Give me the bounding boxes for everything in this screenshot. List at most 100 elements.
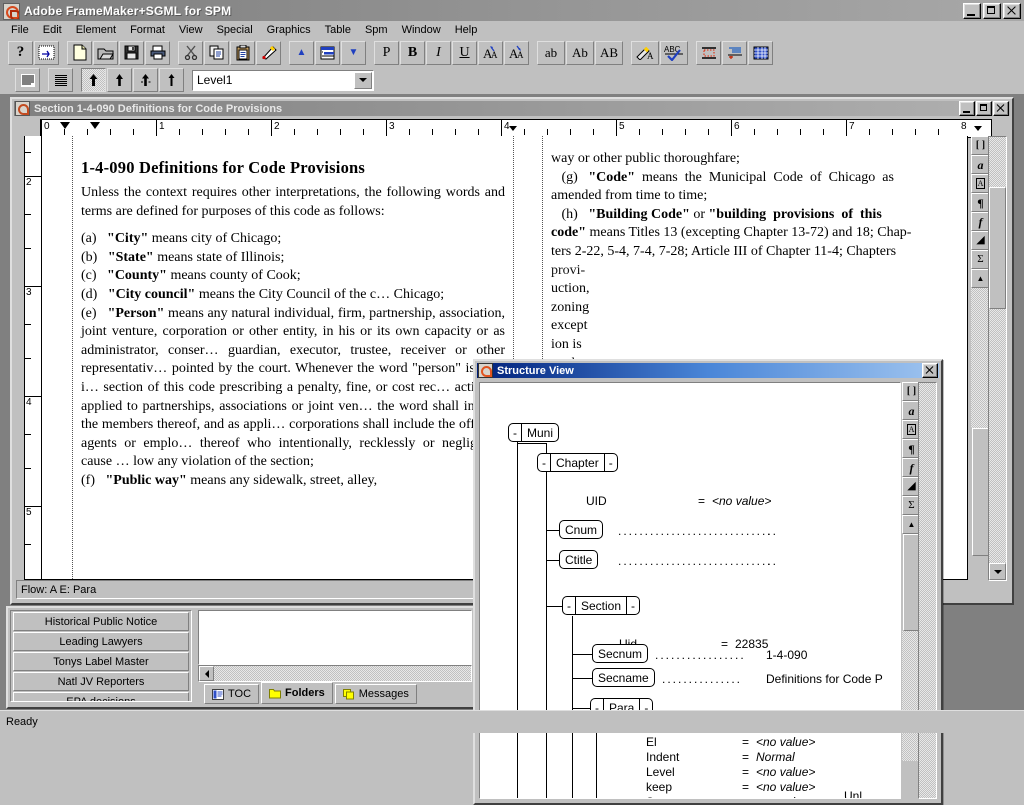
- menu-window[interactable]: Window: [395, 22, 448, 38]
- demote-element-icon[interactable]: [133, 68, 158, 92]
- tree-node-section[interactable]: - Section -: [562, 596, 641, 617]
- document-scroll-thumb[interactable]: [989, 187, 1006, 309]
- structure-view-controls: [922, 363, 939, 378]
- help-icon[interactable]: ?: [8, 40, 33, 65]
- increase-font-size-icon[interactable]: AA: [478, 40, 503, 65]
- menu-element[interactable]: Element: [69, 22, 123, 38]
- document-vertical-scrollbar[interactable]: [988, 136, 1007, 581]
- document-close-button[interactable]: [993, 101, 1009, 116]
- menu-special[interactable]: Special: [210, 22, 260, 38]
- scroll-left-button[interactable]: [199, 666, 214, 681]
- node-collapse-handle[interactable]: -: [537, 453, 550, 472]
- italic-icon[interactable]: I: [426, 40, 451, 65]
- menu-format[interactable]: Format: [123, 22, 172, 38]
- tree-node-secname[interactable]: Secname: [592, 668, 655, 689]
- def-letter-c: (c): [81, 268, 97, 284]
- left-indent-marker[interactable]: [90, 122, 100, 129]
- panel-content-view[interactable]: [198, 610, 472, 665]
- node-collapse-handle[interactable]: -: [562, 596, 575, 615]
- attribute-eq: =: [742, 780, 750, 794]
- node-expand-handle[interactable]: -: [604, 453, 618, 472]
- expand-icon[interactable]: ▼: [341, 40, 366, 65]
- character-format-icon[interactable]: [48, 68, 73, 92]
- move-up-icon[interactable]: [107, 68, 132, 92]
- structure-vertical-scrollbar[interactable]: [918, 382, 937, 799]
- footnote-icon[interactable]: [722, 40, 747, 65]
- structure-tree-canvas[interactable]: - Muni - Chapter - UID = <no value> Cnum…: [479, 382, 901, 799]
- scroll-down-button[interactable]: [989, 563, 1006, 580]
- collapse-icon[interactable]: ▲: [289, 40, 314, 65]
- structure-view-close-button[interactable]: [922, 363, 938, 378]
- tree-node-secnum[interactable]: Secnum: [592, 644, 649, 665]
- section-heading: 1-4-090 Definitions for Code Provisions: [81, 158, 366, 177]
- close-button[interactable]: [1003, 2, 1021, 19]
- promote-element-icon[interactable]: [81, 68, 106, 92]
- folder-list[interactable]: Historical Public Notice Leading Lawyers…: [10, 610, 192, 702]
- uppercase-icon[interactable]: AB: [595, 40, 623, 65]
- menu-edit[interactable]: Edit: [36, 22, 69, 38]
- list-item[interactable]: Tonys Label Master: [13, 652, 189, 671]
- capitalize-icon[interactable]: Ab: [566, 40, 594, 65]
- plain-text-icon[interactable]: P: [374, 40, 399, 65]
- def-letter-f: (f): [81, 472, 95, 488]
- show-hide-paragraph-icon[interactable]: [34, 40, 59, 65]
- menu-view[interactable]: View: [172, 22, 210, 38]
- new-document-icon[interactable]: [67, 40, 92, 65]
- menu-table[interactable]: Table: [318, 22, 358, 38]
- menu-help[interactable]: Help: [448, 22, 485, 38]
- cut-icon[interactable]: [178, 40, 203, 65]
- list-item[interactable]: Natl JV Reporters: [13, 672, 189, 691]
- document-maximize-button[interactable]: [976, 101, 992, 116]
- right-fragment-0: provi-: [551, 262, 586, 278]
- first-indent-marker[interactable]: [60, 122, 70, 129]
- element-level-select[interactable]: Level1: [192, 69, 374, 91]
- list-item[interactable]: EPA decisions: [13, 692, 189, 701]
- right-fragment-4: ion is: [551, 336, 582, 352]
- list-item[interactable]: Historical Public Notice: [13, 612, 189, 631]
- tree-node-chapter[interactable]: - Chapter -: [537, 453, 618, 474]
- right-indent-marker[interactable]: [509, 126, 517, 131]
- paragraph-format-icon[interactable]: [15, 68, 40, 92]
- ruler-label-3: 3: [389, 121, 395, 132]
- format-painter-icon[interactable]: A: [631, 40, 659, 65]
- tree-node-cnum[interactable]: Cnum: [559, 520, 604, 541]
- node-expand-handle[interactable]: -: [627, 596, 641, 615]
- right-margin-marker[interactable]: [974, 126, 982, 131]
- menu-graphics[interactable]: Graphics: [260, 22, 318, 38]
- chevron-down-icon[interactable]: [354, 71, 372, 89]
- list-item[interactable]: Leading Lawyers: [13, 632, 189, 651]
- element-level-value: Level1: [197, 73, 233, 87]
- element-catalog-icon[interactable]: [315, 40, 340, 65]
- underline-icon[interactable]: U: [452, 40, 477, 65]
- minimize-button[interactable]: [963, 2, 981, 19]
- tab-folders[interactable]: Folders: [261, 682, 333, 704]
- lowercase-icon[interactable]: ab: [537, 40, 565, 65]
- document-scroll-thumb-secondary[interactable]: [972, 428, 989, 556]
- copy-icon[interactable]: [204, 40, 229, 65]
- panel-horizontal-scrollbar[interactable]: [198, 665, 472, 682]
- menu-file[interactable]: File: [4, 22, 36, 38]
- bold-icon[interactable]: B: [400, 40, 425, 65]
- tab-toc[interactable]: TOC: [204, 684, 260, 704]
- open-document-icon[interactable]: [93, 40, 118, 65]
- menu-spm[interactable]: Spm: [358, 22, 395, 38]
- spell-check-icon[interactable]: ABC: [660, 40, 688, 65]
- save-document-icon[interactable]: [119, 40, 144, 65]
- anchored-frame-icon[interactable]: [696, 40, 721, 65]
- right-line-0: way or other public thoroughfare;: [551, 151, 740, 166]
- decrease-font-size-icon[interactable]: AA: [504, 40, 529, 65]
- text-column-left[interactable]: 1-4-090 Definitions for Code Provisions …: [72, 136, 514, 579]
- document-minimize-button[interactable]: [959, 101, 975, 116]
- clear-formatting-icon[interactable]: [256, 40, 281, 65]
- maximize-button[interactable]: [983, 2, 1001, 19]
- tree-node-muni[interactable]: - Muni: [508, 423, 560, 444]
- paste-icon[interactable]: [230, 40, 255, 65]
- def-term-d: "City council": [107, 286, 196, 302]
- tab-messages[interactable]: Messages: [334, 684, 417, 704]
- tree-node-ctitle[interactable]: Ctitle: [559, 550, 599, 571]
- move-first-icon[interactable]: [159, 68, 184, 92]
- print-document-icon[interactable]: [145, 40, 170, 65]
- insert-table-icon[interactable]: [748, 40, 773, 65]
- folder-icon: [269, 688, 282, 698]
- node-collapse-handle[interactable]: -: [508, 423, 521, 442]
